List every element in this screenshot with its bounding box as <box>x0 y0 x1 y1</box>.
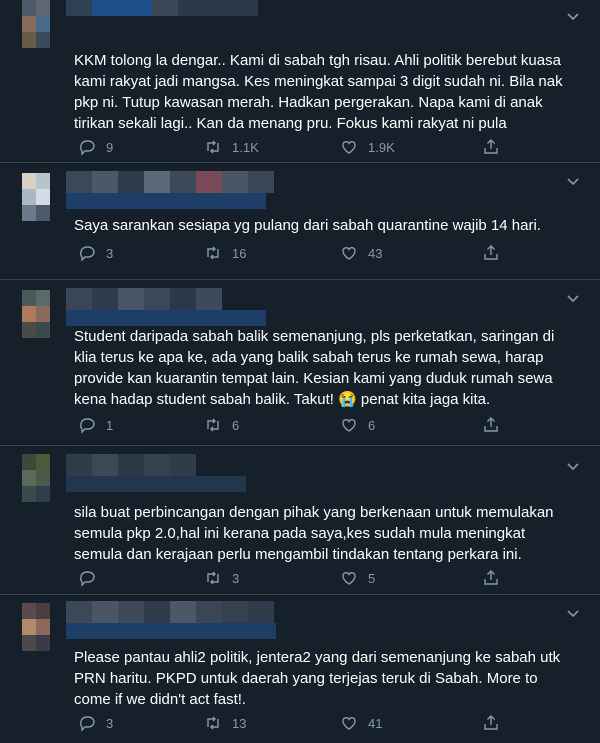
like-count: 5 <box>368 570 376 586</box>
retweet-button[interactable]: 6 <box>204 415 239 435</box>
username-pixelated[interactable] <box>66 454 196 476</box>
retweet-button[interactable]: 3 <box>204 568 239 588</box>
avatar[interactable] <box>22 0 50 48</box>
tweet-actions: 1 6 6 <box>74 415 514 435</box>
like-button[interactable]: 1.9K <box>340 137 395 157</box>
like-count: 41 <box>368 715 383 731</box>
like-icon <box>342 717 356 730</box>
reply-button[interactable]: 3 <box>78 713 113 733</box>
like-button[interactable]: 5 <box>340 568 375 588</box>
chevron-down-icon[interactable] <box>566 292 580 306</box>
tweet-text: KKM tolong la dengar.. Kami di sabah tgh… <box>74 52 563 132</box>
share-button[interactable] <box>482 137 500 157</box>
reply-icon <box>80 246 95 262</box>
reply-button[interactable]: 9 <box>78 137 113 157</box>
avatar[interactable] <box>22 173 50 221</box>
tweet-actions: 3 13 41 <box>74 713 514 733</box>
username-pixelated[interactable] <box>66 171 274 193</box>
reply-count: 3 <box>106 715 114 731</box>
tweet-text: Saya sarankan sesiapa yg pulang dari sab… <box>74 217 541 234</box>
like-icon <box>342 141 356 154</box>
tweet[interactable]: Please pantau ahli2 politik, jentera2 ya… <box>0 595 600 743</box>
share-icon <box>484 570 498 585</box>
reply-icon <box>80 716 95 732</box>
username-pixelated[interactable] <box>66 601 274 623</box>
reply-button[interactable]: 3 <box>78 243 113 263</box>
tweet[interactable]: Student daripada sabah balik semenanjung… <box>0 280 600 446</box>
tweet-actions: 3 16 43 <box>74 243 514 263</box>
like-button[interactable]: 6 <box>340 415 375 435</box>
share-icon <box>484 245 498 260</box>
chevron-down-icon[interactable] <box>566 607 580 621</box>
reply-icon <box>80 140 95 156</box>
tweet-text: Student daripada sabah balik semenanjung… <box>74 328 555 408</box>
reply-count: 1 <box>106 417 114 433</box>
share-button[interactable] <box>482 568 500 588</box>
reply-count: 3 <box>106 245 114 261</box>
reply-button[interactable]: 1 <box>78 415 113 435</box>
like-count: 1.9K <box>368 139 395 155</box>
retweet-icon <box>207 418 219 432</box>
handle-pixelated[interactable] <box>66 193 266 209</box>
retweet-button[interactable]: 16 <box>204 243 246 263</box>
tweet-text: Please pantau ahli2 politik, jentera2 ya… <box>74 649 561 708</box>
share-icon <box>484 417 498 432</box>
handle-pixelated[interactable] <box>66 476 246 492</box>
reply-count: 9 <box>106 139 114 155</box>
share-button[interactable] <box>482 243 500 263</box>
like-icon <box>342 419 356 432</box>
username-pixelated[interactable] <box>66 0 258 16</box>
retweet-count: 1.1K <box>232 139 259 155</box>
retweet-count: 16 <box>232 245 247 261</box>
retweet-icon <box>207 140 219 154</box>
handle-pixelated[interactable] <box>66 623 276 639</box>
share-icon <box>484 139 498 154</box>
share-icon <box>484 715 498 730</box>
like-button[interactable]: 41 <box>340 713 382 733</box>
reply-icon <box>80 418 95 434</box>
share-button[interactable] <box>482 415 500 435</box>
reply-icon <box>80 571 95 587</box>
avatar[interactable] <box>22 290 50 338</box>
tweet[interactable]: sila buat perbincangan dengan pihak yang… <box>0 446 600 595</box>
chevron-down-icon[interactable] <box>566 10 580 24</box>
like-count: 6 <box>368 417 376 433</box>
username-pixelated[interactable] <box>66 288 222 310</box>
reply-button[interactable] <box>78 568 106 588</box>
tweet-actions: 9 1.1K 1.9K <box>74 137 514 157</box>
avatar[interactable] <box>22 454 50 502</box>
retweet-icon <box>207 246 219 260</box>
retweet-count: 3 <box>232 570 240 586</box>
tweet[interactable]: KKM tolong la dengar.. Kami di sabah tgh… <box>0 0 600 163</box>
like-button[interactable]: 43 <box>340 243 382 263</box>
chevron-down-icon[interactable] <box>566 175 580 189</box>
retweet-icon <box>207 571 219 585</box>
chevron-down-icon[interactable] <box>566 460 580 474</box>
tweet-text: sila buat perbincangan dengan pihak yang… <box>74 504 554 563</box>
handle-pixelated[interactable] <box>66 310 266 326</box>
like-icon <box>342 572 356 585</box>
retweet-icon <box>207 716 219 730</box>
retweet-count: 6 <box>232 417 240 433</box>
like-icon <box>342 247 356 260</box>
like-count: 43 <box>368 245 383 261</box>
retweet-button[interactable]: 13 <box>204 713 246 733</box>
avatar[interactable] <box>22 603 50 651</box>
tweet-actions: 3 5 <box>74 568 514 588</box>
tweet[interactable]: Saya sarankan sesiapa yg pulang dari sab… <box>0 163 600 280</box>
retweet-button[interactable]: 1.1K <box>204 137 259 157</box>
retweet-count: 13 <box>232 715 247 731</box>
share-button[interactable] <box>482 713 500 733</box>
